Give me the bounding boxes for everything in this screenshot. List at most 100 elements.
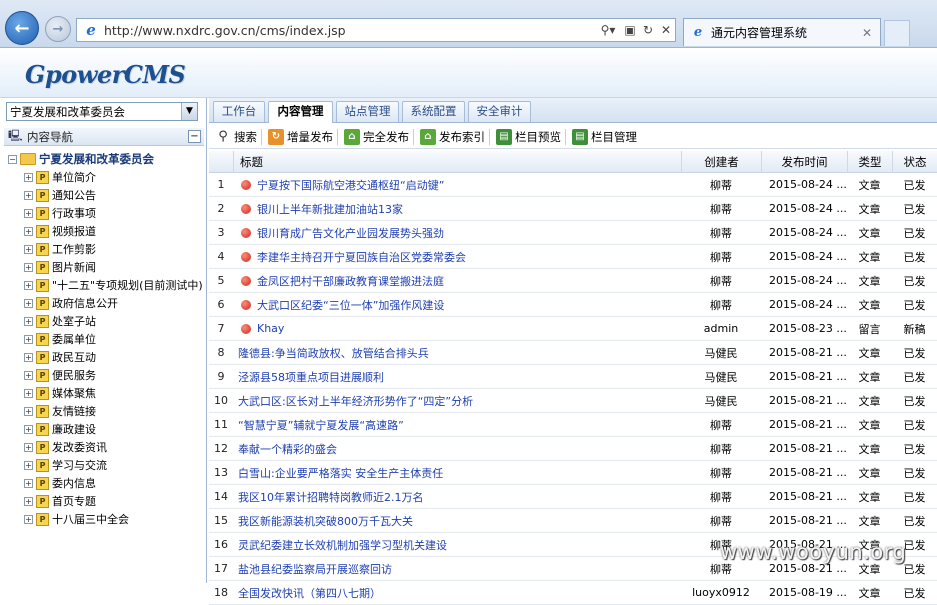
tree-node[interactable]: + P 发改委资讯 (8, 438, 206, 456)
expand-node-icon[interactable]: + (24, 244, 33, 254)
table-row[interactable]: 4 李建华主持召开宁夏回族自治区党委常委会 柳蒂 2015-08-24 ... 文章 已发 (209, 245, 937, 269)
tree-node[interactable]: + P 行政事项 (8, 204, 206, 222)
site-select[interactable]: 宁夏发展和改革委员会 ▼ (6, 102, 198, 121)
table-row[interactable]: 15 我区新能源装机突破800万千瓦大关 柳蒂 2015-08-21 ... 文章 已发 (209, 509, 937, 533)
row-title-link[interactable]: Khay (257, 322, 284, 335)
expand-node-icon[interactable]: + (24, 298, 33, 308)
row-title-link[interactable]: 我区新能源装机突破800万千瓦大关 (233, 513, 413, 529)
table-row[interactable]: 6 大武口区纪委“三位一体”加强作风建设 柳蒂 2015-08-24 ... 文章 已发 (209, 293, 937, 317)
chevron-down-icon[interactable]: ▼ (181, 103, 197, 120)
expand-node-icon[interactable]: + (24, 172, 33, 182)
tree-node[interactable]: + P 工作剪影 (8, 240, 206, 258)
table-row[interactable]: 18 全国发改快讯（第四八七期） luoyx0912 2015-08-19 ... 文章… (209, 581, 937, 605)
tree-node[interactable]: + P "十二五"专项规划(目前测试中) (8, 276, 206, 294)
tree-node[interactable]: + P 委内信息 (8, 474, 206, 492)
expand-node-icon[interactable]: + (24, 262, 33, 272)
expand-node-icon[interactable]: + (24, 460, 33, 470)
incremental-publish-button[interactable]: ↻ 增量发布 (268, 128, 333, 145)
expand-node-icon[interactable]: + (24, 226, 33, 236)
tree-node[interactable]: + P 政府信息公开 (8, 294, 206, 312)
header-type[interactable]: 类型 (847, 150, 892, 173)
expand-node-icon[interactable]: + (24, 514, 33, 524)
table-row[interactable]: 2 银川上半年新批建加油站13家 柳蒂 2015-08-24 ... 文章 已发 (209, 197, 937, 221)
tree-node[interactable]: + P 友情链接 (8, 402, 206, 420)
table-row[interactable]: 10 大武口区:区长对上半年经济形势作了“四定”分析 马健民 2015-08-21 .… (209, 389, 937, 413)
tree-node[interactable]: + P 视频报道 (8, 222, 206, 240)
row-title-link[interactable]: “智慧宁夏”辅就宁夏发展“高速路” (233, 417, 404, 433)
expand-node-icon[interactable]: + (24, 352, 33, 362)
tree-node[interactable]: + P 便民服务 (8, 366, 206, 384)
table-row[interactable]: 14 我区10年累计招聘特岗教师近2.1万名 柳蒂 2015-08-21 ... 文章 已… (209, 485, 937, 509)
expand-node-icon[interactable]: + (24, 370, 33, 380)
table-row[interactable]: 8 隆德县:争当简政放权、放管结合排头兵 马健民 2015-08-21 ... 文章 已发 (209, 341, 937, 365)
table-row[interactable]: 13 白雪山:企业要严格落实 安全生产主体责任 柳蒂 2015-08-21 ... 文章… (209, 461, 937, 485)
row-title-link[interactable]: 大武口区纪委“三位一体”加强作风建设 (257, 297, 444, 313)
row-title-link[interactable]: 全国发改快讯（第四八七期） (233, 585, 381, 601)
table-row[interactable]: 11 “智慧宁夏”辅就宁夏发展“高速路” 柳蒂 2015-08-21 ... 文章 已发 (209, 413, 937, 437)
table-row[interactable]: 5 金凤区把村干部廉政教育课堂搬进法庭 柳蒂 2015-08-24 ... 文章 已发 (209, 269, 937, 293)
tree-node[interactable]: + P 单位简介 (8, 168, 206, 186)
tree-node[interactable]: + P 媒体聚焦 (8, 384, 206, 402)
tree-node[interactable]: + P 处室子站 (8, 312, 206, 330)
address-bar[interactable]: e http://www.nxdrc.gov.cn/cms/index.jsp … (76, 18, 676, 42)
expand-node-icon[interactable]: + (24, 496, 33, 506)
expand-node-icon[interactable]: + (24, 334, 33, 344)
row-title-link[interactable]: 宁夏按下国际航空港交通枢纽“启动键” (257, 177, 444, 193)
header-title[interactable]: 标题 (233, 150, 681, 173)
row-title-link[interactable]: 银川上半年新批建加油站13家 (257, 201, 403, 217)
tab-system-config[interactable]: 系统配置 (402, 101, 465, 122)
browser-tab[interactable]: e 通元内容管理系统 ✕ (683, 18, 881, 46)
collapse-node-icon[interactable]: − (8, 154, 17, 164)
tree-node[interactable]: + P 十八届三中全会 (8, 510, 206, 528)
row-title-link[interactable]: 金凤区把村干部廉政教育课堂搬进法庭 (257, 273, 444, 289)
search-button[interactable]: ⚲ 搜索 (215, 129, 257, 145)
expand-node-icon[interactable]: + (24, 190, 33, 200)
refresh-icon[interactable]: ↻ (639, 23, 657, 37)
header-time[interactable]: 发布时间 (761, 150, 847, 173)
table-row[interactable]: 1 宁夏按下国际航空港交通枢纽“启动键” 柳蒂 2015-08-24 ... 文章 已发 (209, 173, 937, 197)
expand-node-icon[interactable]: + (24, 478, 33, 488)
row-title-link[interactable]: 奉献一个精彩的盛会 (233, 441, 337, 457)
row-title-link[interactable]: 白雪山:企业要严格落实 安全生产主体责任 (233, 465, 443, 481)
expand-node-icon[interactable]: + (24, 442, 33, 452)
expand-node-icon[interactable]: + (24, 388, 33, 398)
back-button[interactable]: ← (5, 11, 39, 45)
tree-root[interactable]: − 宁夏发展和改革委员会 (8, 150, 206, 168)
row-title-link[interactable]: 灵武纪委建立长效机制加强学习型机关建设 (233, 537, 447, 553)
table-row[interactable]: 7 Khay admin 2015-08-23 ... 留言 新稿 (209, 317, 937, 341)
row-title-link[interactable]: 我区10年累计招聘特岗教师近2.1万名 (233, 489, 424, 505)
tree-node[interactable]: + P 首页专题 (8, 492, 206, 510)
tab-close-icon[interactable]: ✕ (862, 26, 880, 40)
row-title-link[interactable]: 泾源县58项重点项目进展顺利 (233, 369, 384, 385)
table-row[interactable]: 12 奉献一个精彩的盛会 柳蒂 2015-08-21 ... 文章 已发 (209, 437, 937, 461)
tab-security-audit[interactable]: 安全审计 (468, 101, 531, 122)
expand-node-icon[interactable]: + (24, 208, 33, 218)
row-title-link[interactable]: 盐池县纪委监察局开展巡察回访 (233, 561, 392, 577)
expand-node-icon[interactable]: + (24, 316, 33, 326)
table-row[interactable]: 9 泾源县58项重点项目进展顺利 马健民 2015-08-21 ... 文章 已发 (209, 365, 937, 389)
url-text[interactable]: http://www.nxdrc.gov.cn/cms/index.jsp (104, 23, 595, 38)
tree-node[interactable]: + P 委属单位 (8, 330, 206, 348)
row-title-link[interactable]: 银川育成广告文化产业园发展势头强劲 (257, 225, 444, 241)
collapse-icon[interactable]: − (188, 130, 201, 143)
new-tab-button[interactable] (884, 20, 910, 46)
forward-button[interactable]: → (45, 16, 71, 42)
tab-site-management[interactable]: 站点管理 (336, 101, 399, 122)
row-title-link[interactable]: 李建华主持召开宁夏回族自治区党委常委会 (257, 249, 466, 265)
search-dropdown-icon[interactable]: ⚲▾ (595, 23, 621, 37)
tree-node[interactable]: + P 政民互动 (8, 348, 206, 366)
compatibility-view-icon[interactable]: ▣ (621, 23, 639, 37)
stop-icon[interactable]: ✕ (657, 23, 675, 37)
expand-node-icon[interactable]: + (24, 280, 33, 290)
tree-node[interactable]: + P 学习与交流 (8, 456, 206, 474)
column-preview-button[interactable]: ▤ 栏目预览 (496, 128, 561, 145)
expand-node-icon[interactable]: + (24, 406, 33, 416)
header-creator[interactable]: 创建者 (681, 150, 761, 173)
row-title-link[interactable]: 大武口区:区长对上半年经济形势作了“四定”分析 (233, 393, 473, 409)
expand-node-icon[interactable]: + (24, 424, 33, 434)
tree-node[interactable]: + P 通知公告 (8, 186, 206, 204)
publish-index-button[interactable]: ⌂ 发布索引 (420, 128, 485, 145)
column-manage-button[interactable]: ▤ 栏目管理 (572, 128, 637, 145)
row-title-link[interactable]: 隆德县:争当简政放权、放管结合排头兵 (233, 345, 429, 361)
tree-node[interactable]: + P 廉政建设 (8, 420, 206, 438)
